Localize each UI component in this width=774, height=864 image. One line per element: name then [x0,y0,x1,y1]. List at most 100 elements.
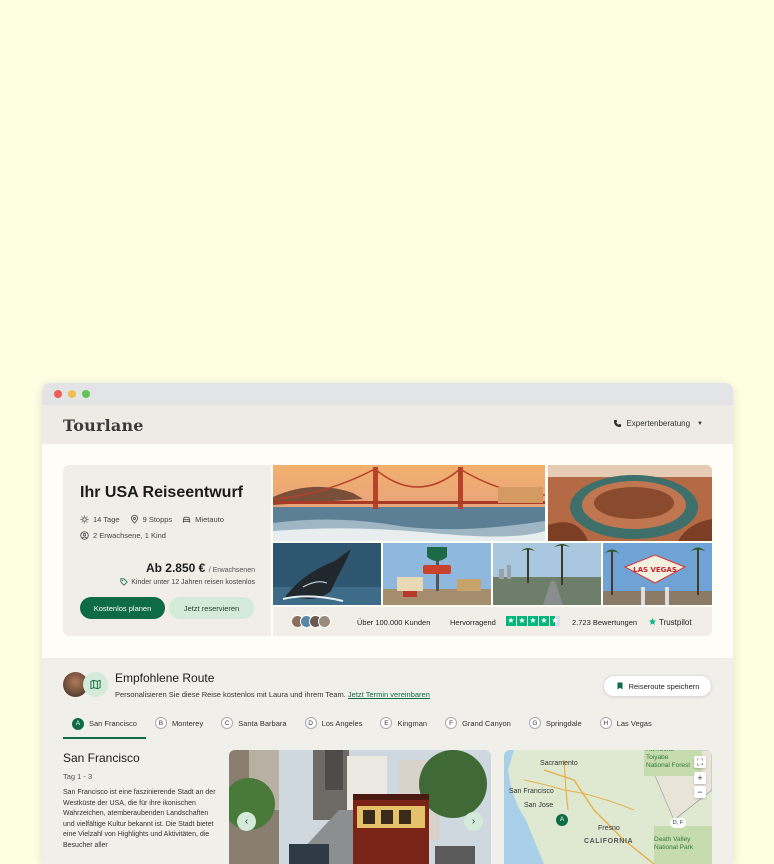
expert-consultation-label: Expertenberatung [626,419,691,428]
map-badge [83,672,108,697]
phone-icon [614,419,622,428]
minimize-window-dot[interactable] [68,390,76,398]
stops-fact: 9 Stopps [130,515,173,524]
site-header: Tourlane Expertenberatung ▼ [42,405,733,444]
route-title: Empfohlene Route [115,671,215,685]
zoom-in-button[interactable]: + [694,772,706,784]
travelers-fact: 2 Erwachsene, 1 Kind [80,531,166,540]
stop-letter: C [221,717,234,729]
tab-stop-e[interactable]: E Kingman [371,714,436,732]
days-label: 14 Tage [93,515,120,524]
map-pin-a[interactable]: A [556,814,568,826]
customer-count: Über 100.000 Kunden [357,618,431,627]
zoom-out-button[interactable]: − [694,786,706,798]
days-fact: 14 Tage [80,515,120,524]
kids-free-note: Kinder unter 12 Jahren reisen kostenlos [120,578,255,586]
map-label-san-francisco: San Francisco [509,788,554,795]
route-subtitle-text: Personalisieren Sie diese Reise kostenlo… [115,690,346,699]
map-label-humboldt: Humboldt-Toiyabe National Forest [646,750,691,769]
city-description: San Francisco ist eine faszinierende Sta… [63,789,216,849]
cable-car-photo-carousel: ‹ › [229,750,491,864]
fullscreen-icon[interactable]: ⛶ [694,756,706,768]
whale-photo [273,543,381,605]
location-pin-icon [130,515,138,524]
map-label-sacramento: Sacramento [540,760,578,767]
price-display: Ab 2.850 € / Erwachsenen [146,561,255,575]
tab-stop-g[interactable]: G Springdale [520,714,591,732]
tab-stop-c[interactable]: C Santa Barbara [212,714,295,732]
kids-note-text: Kinder unter 12 Jahren reisen kostenlos [131,578,255,586]
half-star-icon: ★ [550,616,560,626]
customer-avatar [318,615,331,628]
price-value: Ab 2.850 € [145,561,206,575]
travelers-label: 2 Erwachsene, 1 Kind [93,531,166,540]
price-unit: / Erwachsenen [208,567,255,574]
tab-stop-b[interactable]: B Monterey [146,714,212,732]
trust-bar: Über 100.000 Kunden Hervorragend ★ ★ ★ ★… [273,607,712,636]
plan-free-button[interactable]: Kostenlos planen [80,597,165,619]
stop-letter: D [304,717,317,729]
stop-letter: B [154,717,167,729]
route-66-photo [383,543,491,605]
route-subtitle: Personalisieren Sie diese Reise kostenlo… [115,690,430,699]
tab-stop-f[interactable]: F Grand Canyon [436,714,520,732]
book-appointment-link[interactable]: Jetzt Termin vereinbaren [348,690,430,699]
window-titlebar [42,383,733,405]
los-angeles-photo [493,543,601,605]
map-label-san-jose: San Jose [524,802,554,809]
review-count[interactable]: 2.723 Bewertungen [572,618,637,627]
tab-stop-d[interactable]: D Los Angeles [296,714,372,732]
star-icon: ★ [539,616,549,626]
save-itinerary-button[interactable]: Reiseroute speichern [603,675,712,697]
trip-facts: 14 Tage 9 Stopps Mietauto 2 Erwachsene, … [80,515,224,547]
rating-word: Hervorragend [450,618,496,627]
carousel-next-button[interactable]: › [464,812,483,831]
tourlane-logo[interactable]: Tourlane [63,416,144,435]
stop-name: Las Vegas [616,718,652,728]
city-days: Tag 1 - 3 [63,772,93,781]
expert-consultation-menu[interactable]: Expertenberatung ▼ [613,419,703,428]
stop-name: Monterey [171,718,204,728]
stop-letter: A [72,717,84,730]
stop-letter: F [445,717,458,729]
trustpilot-star-icon: ★ [648,617,657,628]
stop-name: Los Angeles [321,718,363,728]
sun-icon [80,515,89,524]
map-pin-df[interactable]: D, F [670,818,686,828]
tag-icon [120,578,129,586]
tab-stop-h[interactable]: H Las Vegas [591,714,661,732]
hero-section: Ihr USA Reiseentwurf 14 Tage 9 Stopps Mi… [42,444,733,658]
horseshoe-bend-photo [548,465,712,541]
bookmark-icon [617,682,623,690]
las-vegas-photo: LAS VEGAS [603,543,712,605]
close-window-dot[interactable] [54,390,62,398]
tab-stop-a[interactable]: A San Francisco [63,714,146,739]
map-label-fresno: Fresno [598,825,620,832]
stop-name: Kingman [397,718,428,728]
stop-name: Grand Canyon [462,718,511,728]
star-icon: ★ [517,616,527,626]
golden-gate-photo [273,465,545,541]
chevron-down-icon: ▼ [697,420,703,427]
trustpilot-logo[interactable]: ★ Trustpilot [648,617,692,628]
stop-name: San Francisco [89,719,137,728]
car-label: Mietauto [195,515,224,524]
map-label-death-valley: Death Valley National Park [654,836,694,851]
stop-letter: E [380,717,393,729]
map-icon [90,679,101,690]
map-label-california: CALIFORNIA [584,838,634,845]
stops-label: 9 Stopps [142,515,173,524]
reserve-now-button[interactable]: Jetzt reservieren [169,597,254,619]
svg-text:LAS VEGAS: LAS VEGAS [633,566,677,574]
star-icon: ★ [506,616,516,626]
person-icon [80,531,89,540]
carousel-prev-button[interactable]: ‹ [237,812,256,831]
star-icon: ★ [528,616,538,626]
trustpilot-stars: ★ ★ ★ ★ ★ [506,616,560,626]
browser-window: Tourlane Expertenberatung ▼ Ihr USA Reis… [42,383,733,864]
save-itinerary-label: Reiseroute speichern [628,681,700,691]
recommended-route-section: Empfohlene Route Personalisieren Sie die… [42,658,733,864]
city-title: San Francisco [63,751,140,765]
route-map[interactable]: Sacramento San Francisco San Jose Fresno… [504,750,712,864]
maximize-window-dot[interactable] [82,390,90,398]
